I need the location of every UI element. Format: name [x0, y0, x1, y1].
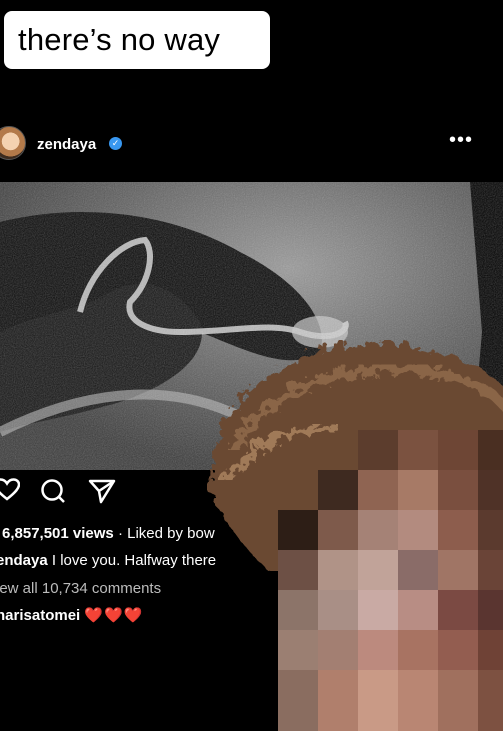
blurred-person-overlay [198, 330, 503, 731]
caption-username[interactable]: endaya [0, 552, 48, 569]
comment-username[interactable]: narisatomei [0, 607, 80, 624]
views-number: 6,857,501 views [2, 525, 114, 542]
post-header: zendaya ✓ ••• [0, 124, 503, 168]
more-options-icon[interactable]: ••• [449, 129, 473, 152]
post-username[interactable]: zendaya [37, 136, 96, 153]
comment-row: narisatomei ❤️❤️❤️ [0, 606, 143, 624]
comment-hearts: ❤️❤️❤️ [84, 607, 144, 624]
share-icon[interactable] [88, 478, 116, 509]
comment-icon[interactable] [40, 478, 66, 509]
post-caption: endaya I love you. Halfway there [0, 552, 216, 569]
view-count: 6,857,501 views · Liked by bow [2, 525, 215, 542]
heart-icon[interactable] [0, 478, 21, 507]
post-actions [0, 478, 200, 512]
verified-badge-icon: ✓ [109, 137, 122, 150]
view-all-comments-link[interactable]: iew all 10,734 comments [0, 580, 161, 597]
overlay-caption: there’s no way [4, 11, 270, 69]
avatar[interactable] [0, 126, 26, 160]
caption-text: I love you. Halfway there [51, 552, 217, 569]
